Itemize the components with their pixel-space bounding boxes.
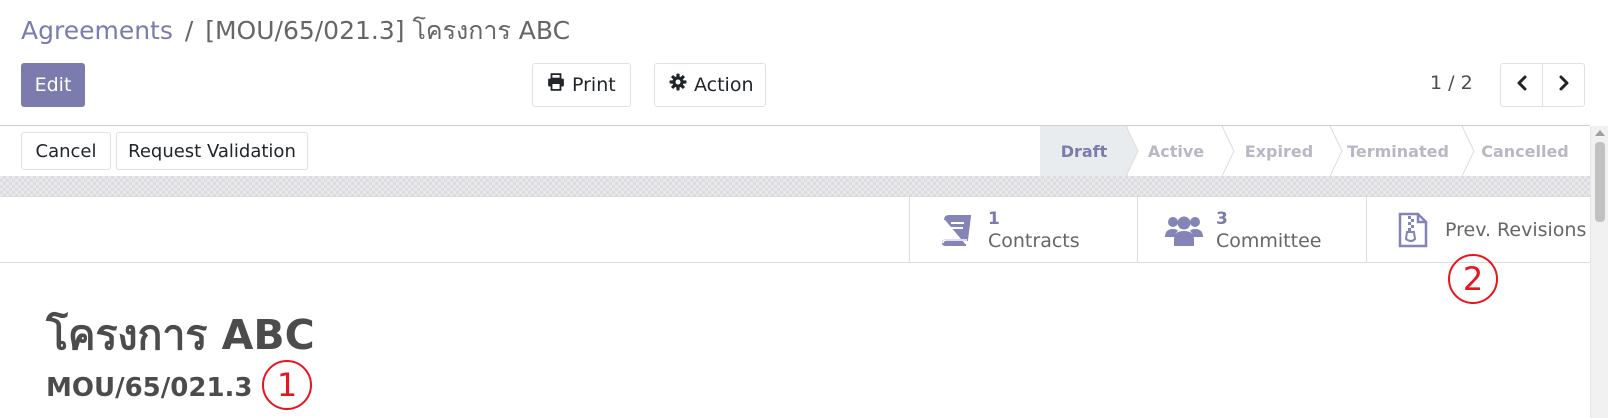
stage-active[interactable]: Active bbox=[1124, 126, 1228, 176]
chevron-left-icon bbox=[1515, 75, 1529, 95]
stage-draft[interactable]: Draft bbox=[1040, 126, 1128, 176]
committee-label: Committee bbox=[1216, 230, 1322, 252]
breadcrumb-agreements-link[interactable]: Agreements bbox=[21, 16, 173, 45]
annotation-marker-2: 2 bbox=[1448, 254, 1498, 304]
chevron-right-icon bbox=[1557, 75, 1571, 95]
contracts-count: 1 bbox=[988, 209, 1000, 229]
annotation-marker-1-label: 1 bbox=[276, 366, 298, 404]
record-title: โครงการ ABC bbox=[46, 311, 315, 359]
annotation-marker-2-label: 2 bbox=[1462, 260, 1484, 298]
committee-smart-button[interactable]: 3 Committee bbox=[1137, 197, 1366, 263]
print-button-label: Print bbox=[572, 74, 616, 96]
print-button[interactable]: Print bbox=[532, 63, 631, 107]
pager-buttons bbox=[1500, 63, 1585, 107]
annotation-marker-1: 1 bbox=[262, 360, 312, 410]
form-sheet: 1 Contracts 3 Committee Prev. Revisions … bbox=[0, 196, 1590, 418]
gear-icon bbox=[669, 64, 687, 106]
breadcrumb: Agreements / [MOU/65/021.3] โครงการ ABC bbox=[21, 14, 570, 48]
cancel-button[interactable]: Cancel bbox=[21, 132, 111, 170]
stage-expired[interactable]: Expired bbox=[1222, 126, 1336, 176]
background-texture bbox=[0, 176, 1590, 196]
users-icon bbox=[1164, 213, 1204, 247]
committee-text: 3 Committee bbox=[1216, 208, 1321, 252]
book-icon bbox=[936, 214, 976, 246]
cancel-button-label: Cancel bbox=[35, 140, 97, 162]
request-validation-button[interactable]: Request Validation bbox=[116, 132, 308, 170]
pager-previous-button[interactable] bbox=[1501, 64, 1542, 106]
record-code: MOU/65/021.3 bbox=[46, 373, 253, 403]
contracts-label: Contracts bbox=[988, 230, 1080, 252]
committee-count: 3 bbox=[1216, 209, 1228, 229]
stage-cancelled[interactable]: Cancelled bbox=[1462, 126, 1588, 176]
stage-draft-label: Draft bbox=[1060, 141, 1108, 161]
stage-expired-label: Expired bbox=[1244, 141, 1314, 161]
request-validation-label: Request Validation bbox=[128, 140, 296, 162]
scroll-up-arrow-icon[interactable] bbox=[1595, 130, 1605, 136]
stage-active-label: Active bbox=[1147, 141, 1205, 161]
pager-value[interactable]: 1 / 2 bbox=[1430, 72, 1473, 94]
prev-revisions-smart-button[interactable]: Prev. Revisions bbox=[1366, 197, 1590, 263]
file-archive-icon bbox=[1393, 212, 1433, 248]
prev-revisions-label: Prev. Revisions bbox=[1445, 219, 1587, 241]
scrollbar-thumb[interactable] bbox=[1595, 142, 1605, 222]
breadcrumb-separator: / bbox=[184, 16, 194, 45]
edit-button[interactable]: Edit bbox=[21, 63, 85, 107]
stage-terminated-label: Terminated bbox=[1347, 141, 1449, 161]
stage-terminated[interactable]: Terminated bbox=[1330, 126, 1466, 176]
smart-button-box: 1 Contracts 3 Committee Prev. Revisions bbox=[0, 197, 1590, 263]
print-icon bbox=[547, 64, 565, 106]
contracts-smart-button[interactable]: 1 Contracts bbox=[909, 197, 1137, 263]
breadcrumb-current: [MOU/65/021.3] โครงการ ABC bbox=[205, 16, 571, 45]
action-button[interactable]: Action bbox=[654, 63, 766, 107]
stage-cancelled-label: Cancelled bbox=[1481, 141, 1569, 161]
contracts-text: 1 Contracts bbox=[988, 208, 1080, 252]
action-button-label: Action bbox=[694, 74, 754, 96]
prev-revisions-text: Prev. Revisions bbox=[1445, 219, 1586, 241]
edit-button-label: Edit bbox=[34, 74, 72, 96]
pager-next-button[interactable] bbox=[1542, 64, 1584, 106]
status-bar: Cancel Request Validation Draft Active E… bbox=[0, 126, 1590, 176]
vertical-scrollbar[interactable] bbox=[1590, 126, 1608, 418]
